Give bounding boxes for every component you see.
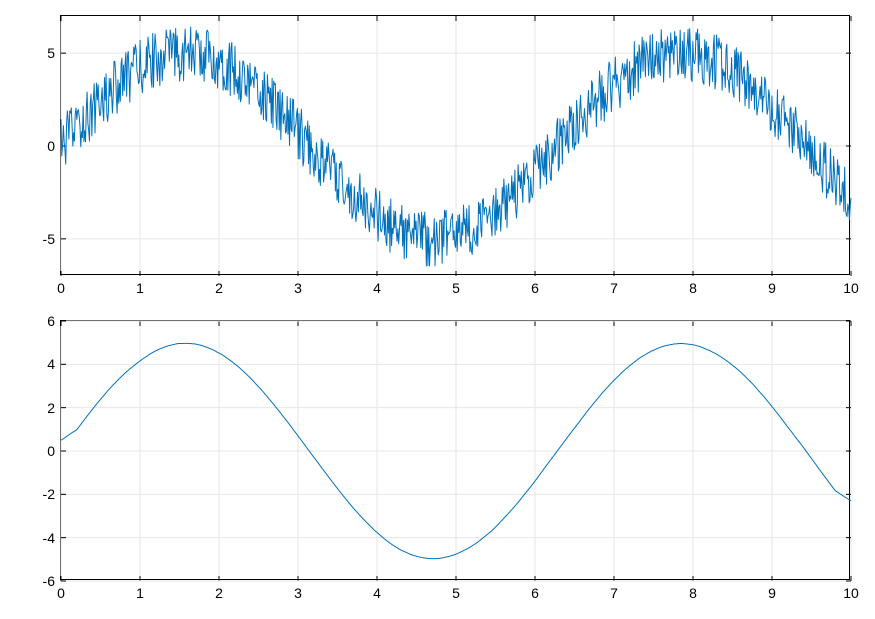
y-tick-label: -4 (43, 530, 55, 546)
chart-bottom-canvas (61, 321, 849, 579)
chart-bottom: 012345678910-6-4-20246 (60, 320, 850, 580)
chart-top: 012345678910-505 (60, 15, 850, 275)
x-tick-label: 9 (768, 585, 776, 601)
x-tick-label: 6 (531, 280, 539, 296)
x-tick-label: 5 (452, 280, 460, 296)
y-tick-label: -5 (43, 231, 55, 247)
x-tick-label: 8 (689, 280, 697, 296)
x-tick-label: 4 (373, 585, 381, 601)
x-tick-label: 10 (843, 585, 859, 601)
x-tick-label: 7 (610, 280, 618, 296)
x-tick-label: 9 (768, 280, 776, 296)
x-tick-label: 8 (689, 585, 697, 601)
x-tick-label: 2 (215, 280, 223, 296)
x-tick-label: 1 (136, 585, 144, 601)
x-tick-label: 7 (610, 585, 618, 601)
figure: 012345678910-505 012345678910-6-4-20246 (0, 0, 875, 619)
y-tick-label: 0 (47, 443, 55, 459)
y-tick-label: 2 (47, 400, 55, 416)
y-tick-label: -2 (43, 486, 55, 502)
x-tick-label: 10 (843, 280, 859, 296)
x-tick-label: 2 (215, 585, 223, 601)
chart-top-canvas (61, 16, 849, 274)
x-tick-label: 3 (294, 280, 302, 296)
x-tick-label: 6 (531, 585, 539, 601)
y-tick-label: 4 (47, 356, 55, 372)
x-tick-label: 0 (57, 585, 65, 601)
y-tick-label: -6 (43, 573, 55, 589)
y-tick-label: 6 (47, 313, 55, 329)
x-tick-label: 4 (373, 280, 381, 296)
x-tick-label: 1 (136, 280, 144, 296)
y-tick-label: 5 (47, 45, 55, 61)
x-tick-label: 0 (57, 280, 65, 296)
x-tick-label: 3 (294, 585, 302, 601)
x-tick-label: 5 (452, 585, 460, 601)
y-tick-label: 0 (47, 138, 55, 154)
